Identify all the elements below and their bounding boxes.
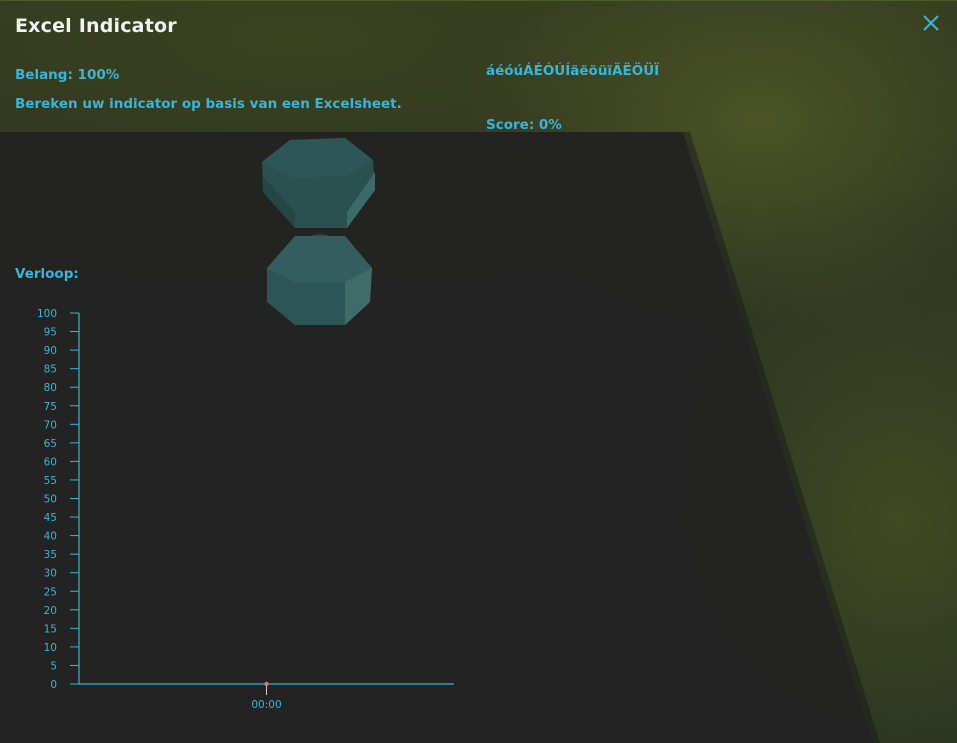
y-tick-label: 15	[44, 623, 57, 635]
description-text: Bereken uw indicator op basis van een Ex…	[15, 96, 402, 112]
y-tick-label: 50	[44, 494, 57, 506]
y-tick-label: 80	[44, 382, 57, 394]
y-tick-label: 60	[44, 456, 57, 468]
history-label: Verloop:	[15, 266, 79, 282]
y-tick-label: 95	[44, 327, 57, 339]
history-chart: 0 5 10 15 20 25 30 35 40 45 50 55 60 65 70 75 80 85 90 95 10…	[37, 308, 454, 711]
y-tick-label: 25	[44, 586, 57, 598]
y-tick-label: 75	[44, 401, 57, 413]
close-icon[interactable]	[920, 12, 942, 34]
y-tick-label: 100	[37, 308, 57, 320]
y-tick-label: 20	[44, 605, 57, 617]
y-tick-label: 90	[44, 345, 57, 357]
y-tick-label: 0	[50, 679, 57, 691]
y-tick-label: 65	[44, 438, 57, 450]
y-tick-label: 10	[44, 642, 57, 654]
y-tick-label: 70	[44, 419, 57, 431]
data-point	[264, 681, 269, 687]
y-tick-label: 85	[44, 364, 57, 376]
panel-title: Excel Indicator	[15, 15, 177, 37]
score-text: Score: 0%	[486, 117, 562, 133]
x-tick-label: 00:00	[251, 699, 281, 711]
indicator-panel: Excel Indicator Belang: 100% Bereken uw …	[0, 0, 957, 743]
y-tick-label: 35	[44, 549, 57, 561]
y-tick-label: 55	[44, 475, 57, 487]
chart-marks	[264, 681, 269, 687]
x-axis: 00:00	[79, 683, 454, 711]
indicator-window: Excel Indicator Belang: 100% Bereken uw …	[0, 0, 957, 743]
y-tick-label: 45	[44, 512, 57, 524]
y-tick-label: 30	[44, 568, 57, 580]
y-tick-label: 40	[44, 531, 57, 543]
y-tick-label: 5	[50, 660, 57, 672]
y-axis: 0 5 10 15 20 25 30 35 40 45 50 55 60 65 70 75 80 85 90 95 10…	[37, 308, 80, 691]
special-characters-text: áéóúÁÉÓÚÍäëöüïÄËÖÜÏ	[486, 63, 660, 79]
importance-text: Belang: 100%	[15, 67, 120, 83]
